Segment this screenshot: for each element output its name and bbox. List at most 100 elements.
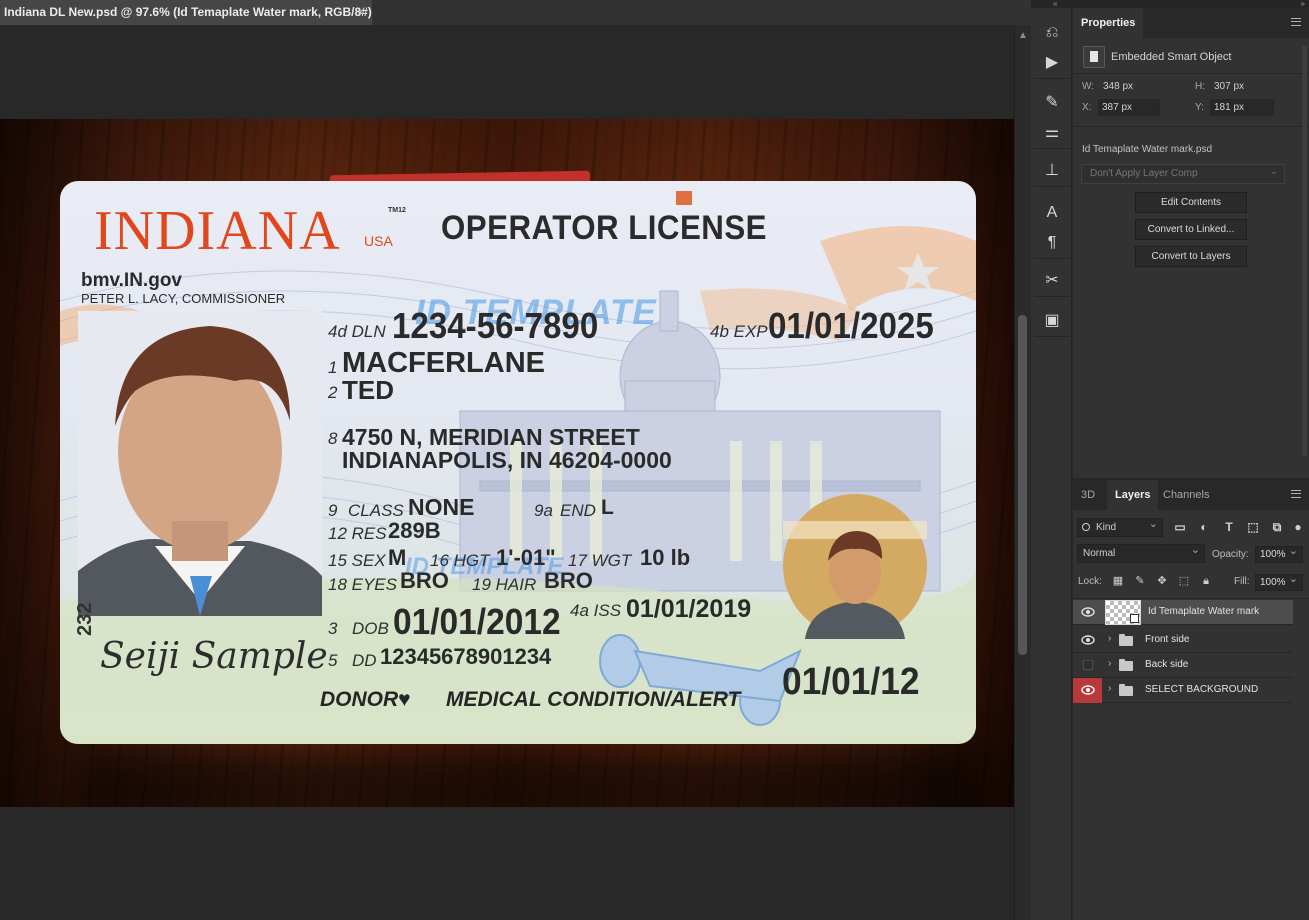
layer-name[interactable]: Back side [1145, 659, 1188, 670]
y-input[interactable]: 181 px [1210, 99, 1274, 116]
chevron-right-icon[interactable]: › [1108, 633, 1111, 644]
folder-icon [1119, 684, 1133, 696]
tab-layers[interactable]: Layers [1107, 480, 1159, 510]
h-label: H: [1195, 81, 1205, 92]
eyes-value: BRO [400, 568, 449, 593]
lock-image-icon[interactable]: ✎ [1134, 575, 1146, 587]
visibility-eye-icon[interactable] [1081, 606, 1095, 618]
properties-scrollbar[interactable] [1302, 46, 1307, 456]
history-icon[interactable]: ⎌ [1034, 18, 1070, 48]
tool-group-type: A ¶ [1034, 198, 1070, 259]
layer-row[interactable]: Id Temaplate Water mark [1073, 600, 1293, 625]
field-3-label: 3 [328, 619, 338, 638]
end-label: END [560, 501, 596, 520]
document-image[interactable]: INDIANA USA TM12 OPERATOR LICENSE bmv.IN… [0, 119, 1014, 807]
lock-artboard-icon[interactable]: ⬚ [1178, 575, 1190, 587]
lock-all-icon[interactable]: 🔒︎ [1200, 575, 1212, 587]
panel-icon-strip: ⎌ ▶ ✎ ⚌ ⊥ A ¶ ✂ ▣ [1031, 8, 1072, 920]
layer-name[interactable]: Front side [1145, 634, 1189, 645]
tool-presets-icon[interactable]: ✂ [1034, 266, 1070, 296]
clone-source-icon[interactable]: ⊥ [1034, 156, 1070, 186]
panel-menu-icon[interactable] [1291, 490, 1301, 498]
field-2-label: 2 [328, 383, 338, 402]
smart-object-filter-icon[interactable]: ⧉ [1270, 520, 1284, 534]
layer-name[interactable]: SELECT BACKGROUND [1145, 684, 1258, 695]
class-value: NONE [408, 494, 475, 520]
tool-group-glyph: ▣ [1034, 306, 1070, 337]
opacity-input[interactable]: 100% [1255, 544, 1303, 563]
visibility-eye-icon[interactable] [1081, 634, 1095, 646]
y-label: Y: [1195, 102, 1204, 113]
object-type: Embedded Smart Object [1111, 51, 1232, 63]
layer-row[interactable]: › SELECT BACKGROUND [1073, 678, 1293, 703]
chevron-right-icon[interactable]: › [1108, 658, 1111, 669]
pixel-filter-icon[interactable]: ▭ [1173, 520, 1187, 534]
layer-row[interactable]: › Back side [1073, 653, 1293, 678]
tab-properties[interactable]: Properties [1073, 8, 1144, 38]
collapse-left-icon[interactable]: « [1053, 0, 1057, 8]
end-value: L [601, 496, 614, 519]
card-commissioner: PETER L. LACY, COMMISSIONER [81, 291, 286, 306]
panel-menu-icon[interactable] [1291, 18, 1301, 26]
document-tab[interactable]: Indiana DL New.psd @ 97.6% (Id Temaplate… [0, 0, 380, 25]
glyphs-icon[interactable]: ▣ [1034, 306, 1070, 336]
layer-filter-bar: Kind ▭ ◐ T ⬚ ⧉ ● [1073, 516, 1309, 538]
visibility-eye-icon[interactable] [1081, 684, 1095, 696]
hair-value: BRO [544, 568, 593, 593]
photoshop-window: Indiana DL New.psd @ 97.6% (Id Temaplate… [0, 0, 1309, 920]
paragraph-icon[interactable]: ¶ [1034, 228, 1070, 258]
character-icon[interactable]: A [1034, 198, 1070, 228]
properties-panel: Properties Embedded Smart Object W: 348 … [1073, 8, 1309, 478]
smart-object-icon [1083, 46, 1105, 68]
lock-position-icon[interactable]: ✥ [1156, 575, 1168, 587]
tab-channels[interactable]: Channels [1155, 480, 1217, 510]
actions-play-icon[interactable]: ▶ [1034, 48, 1070, 78]
x-input[interactable]: 387 px [1098, 99, 1160, 116]
card-shadow [80, 749, 980, 807]
folder-icon [1119, 659, 1133, 671]
adjustment-filter-icon[interactable]: ◐ [1197, 520, 1211, 534]
shape-filter-icon[interactable]: ⬚ [1246, 520, 1260, 534]
linked-filename: Id Temaplate Water mark.psd [1082, 144, 1213, 155]
collapse-right-icon[interactable]: » [1301, 0, 1305, 8]
filter-kind-select[interactable]: Kind [1077, 516, 1163, 537]
canvas-scrollbar[interactable]: ▲ [1014, 25, 1031, 920]
layer-row[interactable]: › Front side [1073, 628, 1293, 653]
layer-thumbnail [1105, 600, 1141, 625]
scroll-up-icon[interactable]: ▲ [1018, 30, 1028, 41]
edit-contents-button[interactable]: Edit Contents [1135, 192, 1247, 213]
filter-toggle-icon[interactable]: ● [1291, 520, 1305, 534]
chevron-right-icon[interactable]: › [1108, 683, 1111, 694]
exp-value: 01/01/2025 [768, 305, 934, 346]
close-tab-icon[interactable]: × [357, 0, 364, 25]
dln-value: 1234-56-7890 [392, 305, 599, 346]
blend-mode-select[interactable]: Normal [1077, 542, 1205, 563]
drivers-license-card: INDIANA USA TM12 OPERATOR LICENSE bmv.IN… [60, 181, 976, 744]
iss-value: 01/01/2019 [626, 595, 752, 623]
lock-transparent-icon[interactable]: ▦ [1112, 575, 1124, 587]
eyes-label: 18 EYES [328, 575, 397, 594]
brush-settings-icon[interactable]: ✎ [1034, 88, 1070, 118]
fill-input[interactable]: 100% [1255, 572, 1303, 591]
donor-label: DONOR♥ [320, 688, 411, 711]
exp-label: 4b EXP [710, 322, 768, 341]
adjustments-icon[interactable]: ⚌ [1034, 118, 1070, 148]
card-country: USA [364, 233, 393, 249]
type-filter-icon[interactable]: T [1222, 520, 1236, 534]
x-label: X: [1082, 102, 1092, 113]
panel-collapse-bar[interactable]: « » [1031, 0, 1309, 8]
layer-name[interactable]: Id Temaplate Water mark [1148, 606, 1259, 617]
w-label: W: [1082, 81, 1095, 92]
tool-group-history: ⎌ ▶ [1034, 18, 1070, 79]
scrollbar-thumb[interactable] [1018, 315, 1027, 655]
visibility-off-icon[interactable] [1083, 660, 1093, 670]
layer-comp-select[interactable]: Don't Apply Layer Comp [1081, 163, 1285, 184]
first-name: TED [342, 375, 394, 405]
w-value[interactable]: 348 px [1103, 81, 1133, 92]
tab-3d[interactable]: 3D [1073, 480, 1103, 510]
dln-label: 4d DLN [328, 322, 386, 341]
h-value[interactable]: 307 px [1214, 81, 1244, 92]
star-icon [882, 233, 954, 305]
convert-to-linked-button[interactable]: Convert to Linked... [1135, 219, 1247, 240]
convert-to-layers-button[interactable]: Convert to Layers [1135, 246, 1247, 267]
